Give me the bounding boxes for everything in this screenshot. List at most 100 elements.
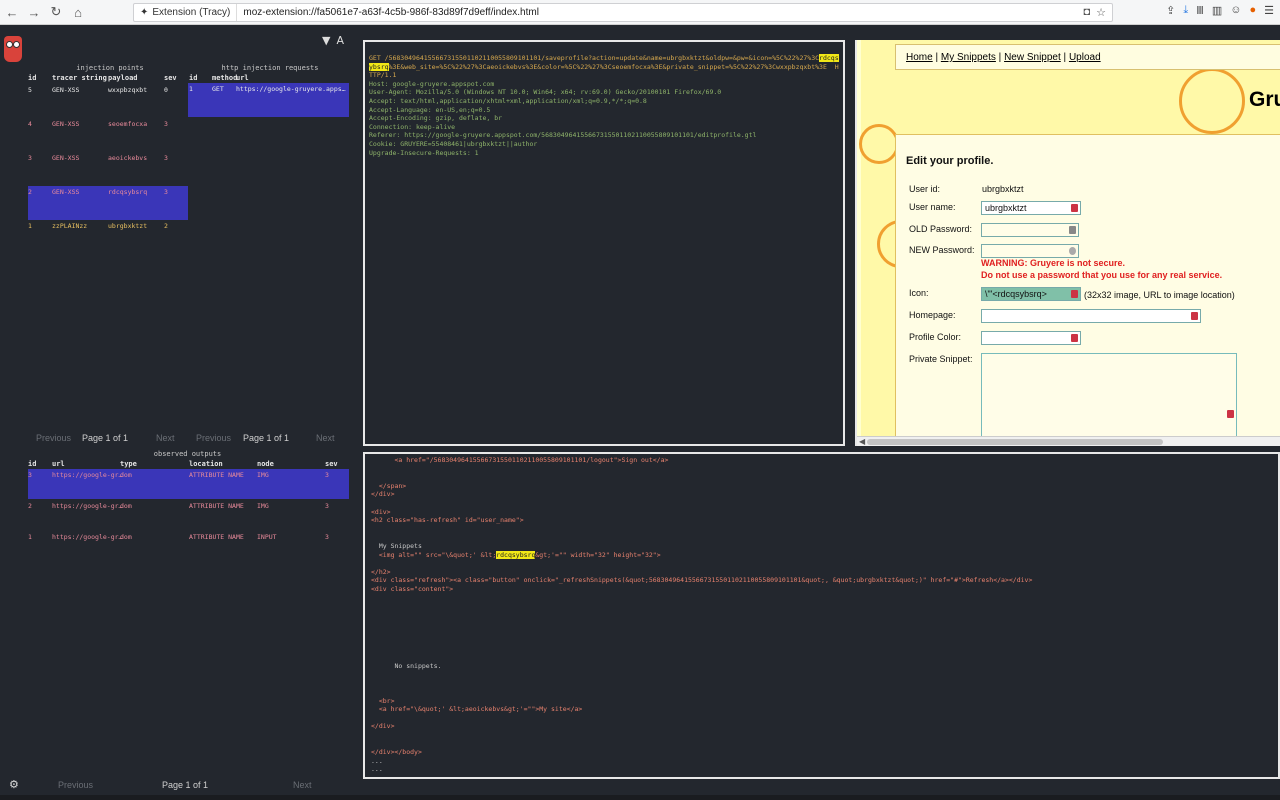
reload-icon[interactable]: ↻ [46,2,66,22]
profile-color-label: Profile Color: [909,332,962,342]
tracy-owl-logo [4,32,22,62]
request-header: Host: google-gruyere.appspot.com [369,79,495,88]
home-icon[interactable]: ⌂ [68,2,88,22]
download-icon[interactable]: ⤓ [1183,4,1188,17]
gruyere-menu: Home | My Snippets | New Snippet | Uploa… [895,44,1280,70]
upload-link[interactable]: Upload [1069,52,1101,63]
edit-profile-heading: Edit your profile. [906,155,994,167]
col-out-node: node [257,460,274,468]
new-snippet-link[interactable]: New Snippet [1004,52,1061,63]
outputs-next-button[interactable]: Next [293,780,312,790]
reader-icon[interactable]: ☺ [1230,4,1241,17]
firefox-account-icon[interactable]: ● [1249,4,1256,17]
request-header: Connection: keep-alive [369,122,456,131]
icon-input[interactable]: \"'<rdcqsybsrq> [981,287,1081,301]
response-viewer[interactable]: <a href="/568304964155667315501102110055… [363,452,1280,779]
homepage-input[interactable] [981,309,1201,323]
request-header: Referer: https://google-gruyere.appspot.… [369,131,757,140]
autofill-icon [1071,290,1078,298]
col-out-location: location [189,460,223,468]
extension-identity[interactable]: ✦ Extension (Tracy) [134,4,238,21]
outputs-prev-button[interactable]: Previous [58,780,93,790]
settings-gear-icon[interactable]: ⚙ [9,778,19,791]
filter-icon[interactable]: ▼ [322,34,330,47]
col-out-url: url [52,460,65,468]
requests-next-button[interactable]: Next [316,433,335,443]
request-header: Upgrade-Insecure-Requests: 1 [369,148,479,157]
col-sev: sev [164,74,177,82]
col-payload: payload [108,74,138,82]
col-id: id [28,74,37,82]
tracer-highlight: rdcqsybsrq [496,550,536,559]
col-out-sev: sev [325,460,338,468]
icon-label: Icon: [909,288,929,298]
requests-page-indicator: Page 1 of 1 [243,433,290,443]
edit-profile-form: Edit your profile. User id: ubrgbxktzt U… [895,134,1280,444]
forward-icon[interactable]: → [24,2,44,22]
scroll-left-icon[interactable]: ◀ [859,437,865,446]
injection-row[interactable]: 4 GEN-XSS seoemfocxa 3 [28,118,186,152]
col-req-id: id [189,74,198,82]
request-viewer[interactable]: GET /56830496415566731550110211005580910… [363,40,845,446]
outputs-page-indicator: Page 1 of 1 [162,780,209,790]
bottom-scroll-strip [0,795,1280,800]
preview-horizontal-scrollbar[interactable]: ◀ [857,436,1280,446]
request-line: GET /56830496415566731550110211005580910… [369,54,839,80]
request-header: Cookie: GRUYERE=55408461|ubrgbxktzt||aut… [369,139,538,148]
profile-color-input[interactable] [981,331,1081,345]
injection-row[interactable]: 3 GEN-XSS aeoickebvs 3 [28,152,186,186]
puzzle-icon: ✦ [140,7,149,18]
autofill-icon [1071,334,1078,342]
bookmark-star-icon[interactable]: ☆ [1096,6,1106,19]
injection-row-selected[interactable]: 2 GEN-XSS rdcqsybsrq 3 [28,186,188,220]
gruyere-title: Gru [1249,88,1280,111]
menu-icon[interactable]: ☰ [1264,4,1274,17]
sidebar-icon[interactable]: ▥ [1212,4,1222,17]
url-text[interactable]: moz-extension://fa5061e7-a63f-4c5b-986f-… [237,7,539,18]
col-out-id: id [28,460,37,468]
requests-prev-button[interactable]: Previous [196,433,231,443]
col-url: url [236,74,249,82]
font-size-icon[interactable]: A [336,34,344,47]
user-name-input[interactable]: ubrgbxktzt [981,201,1081,215]
injection-next-button[interactable]: Next [156,433,175,443]
request-header: User-Agent: Mozilla/5.0 (Windows NT 10.0… [369,88,722,97]
share-icon[interactable]: ⇪ [1166,4,1175,17]
new-password-label: NEW Password: [909,245,975,255]
private-snippet-label: Private Snippet: [909,354,973,364]
injection-row[interactable]: 1 zzPLAINzz ubrgbxktzt 2 [28,220,186,254]
private-snippet-textarea[interactable] [981,353,1237,443]
col-out-type: type [120,460,137,468]
col-method: method [212,74,238,82]
col-tracer: tracer string [52,74,107,82]
requests-title: http injection requests [221,64,319,72]
url-bar[interactable]: ✦ Extension (Tracy) moz-extension://fa50… [133,3,1113,22]
user-id-label: User id: [909,184,941,194]
injection-row[interactable]: 5 GEN-XSS wxxpbzqxbt 0 [28,84,186,118]
my-snippets-link[interactable]: My Snippets [941,52,996,63]
new-password-input[interactable] [981,244,1079,258]
request-header: Accept: text/html,application/xhtml+xml,… [369,96,647,105]
injection-prev-button[interactable]: Previous [36,433,71,443]
back-icon[interactable]: ← [2,2,22,22]
home-link[interactable]: Home [906,52,933,63]
autofill-icon [1191,312,1198,320]
old-password-label: OLD Password: [909,224,973,234]
output-row[interactable]: 2 https://google-gr… dom ATTRIBUTE NAME … [28,500,349,530]
library-icon[interactable]: Ⅲ [1196,4,1204,17]
output-row-selected[interactable]: 3 https://google-gr… dom ATTRIBUTE NAME … [28,469,349,499]
tracy-left-panel: ▼ A injection points id tracer string pa… [0,26,355,800]
security-warning-detail: Do not use a password that you use for a… [981,270,1223,280]
request-row-selected[interactable]: 1 GET https://google-gruyere.appspot.com… [188,83,349,117]
output-row[interactable]: 1 https://google-gr… dom ATTRIBUTE NAME … [28,531,349,561]
security-warning: WARNING: Gruyere is not secure. [981,258,1126,268]
password-manager-icon [1069,247,1076,255]
browser-toolbar: ← → ↻ ⌂ ✦ Extension (Tracy) moz-extensio… [0,0,1280,25]
old-password-input[interactable] [981,223,1079,237]
gruyere-preview[interactable]: Home | My Snippets | New Snippet | Uploa… [855,40,1280,446]
request-header: Accept-Encoding: gzip, deflate, br [369,114,503,123]
scroll-thumb[interactable] [867,439,1163,445]
user-id-value: ubrgbxktzt [982,184,1024,194]
autofill-icon [1071,204,1078,212]
pocket-icon[interactable]: ◘ [1083,6,1090,19]
